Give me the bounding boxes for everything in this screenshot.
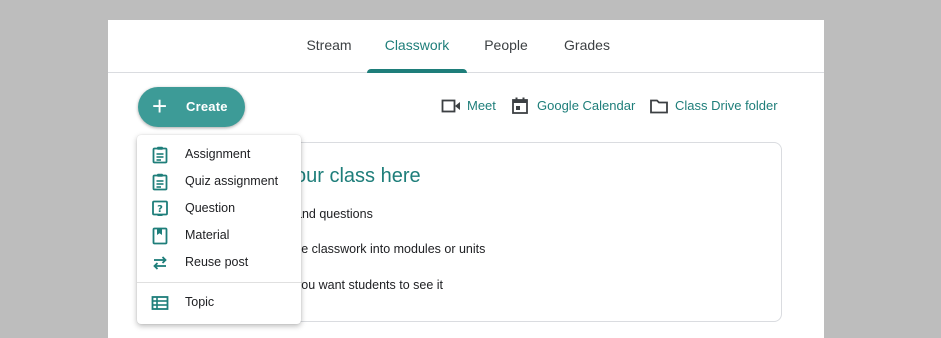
menu-item-question[interactable]: ? Question [137,196,301,222]
calendar-icon [512,97,528,114]
tab-stream[interactable]: Stream [284,20,374,72]
tab-people[interactable]: People [468,20,544,72]
tab-classwork[interactable]: Classwork [367,20,467,72]
menu-item-label: Material [185,228,230,242]
video-camera-icon [441,99,460,113]
menu-item-reuse-post[interactable]: Reuse post [137,250,301,276]
reuse-post-icon [153,256,167,270]
empty-classwork-card: our class here and questions ze classwor… [258,142,782,322]
question-icon: ? [152,200,168,216]
tab-bar: Stream Classwork People Grades [108,20,824,73]
menu-item-quiz-assignment[interactable]: Quiz assignment [137,169,301,195]
menu-item-topic[interactable]: Topic [137,290,301,316]
card-title: our class here [295,165,421,187]
svg-text:?: ? [157,204,163,215]
quiz-assignment-icon [152,173,168,191]
menu-item-label: Question [185,201,236,215]
assignment-icon [152,146,168,164]
menu-item-label: Topic [185,295,215,309]
active-tab-indicator [367,69,467,73]
meet-link-label: Meet [467,98,496,113]
tab-grades[interactable]: Grades [551,20,623,72]
menu-item-assignment[interactable]: Assignment [137,142,301,168]
material-icon [152,227,168,245]
google-calendar-link-label: Google Calendar [537,98,636,113]
menu-item-label: Quiz assignment [185,174,279,188]
card-line: you want students to see it [295,278,444,292]
class-drive-folder-link-label: Class Drive folder [675,98,778,113]
card-line: and questions [295,207,373,221]
create-button[interactable]: + Create [138,87,245,127]
menu-item-label: Assignment [185,147,251,161]
topic-icon [151,296,169,310]
card-line: ze classwork into modules or units [295,242,486,256]
create-menu: Assignment Quiz assignment ? Question Ma… [137,135,301,324]
menu-divider [137,282,301,283]
plus-icon: + [152,91,168,121]
folder-icon [650,99,668,114]
create-button-label: Create [186,99,228,114]
menu-item-material[interactable]: Material [137,223,301,249]
menu-item-label: Reuse post [185,255,249,269]
